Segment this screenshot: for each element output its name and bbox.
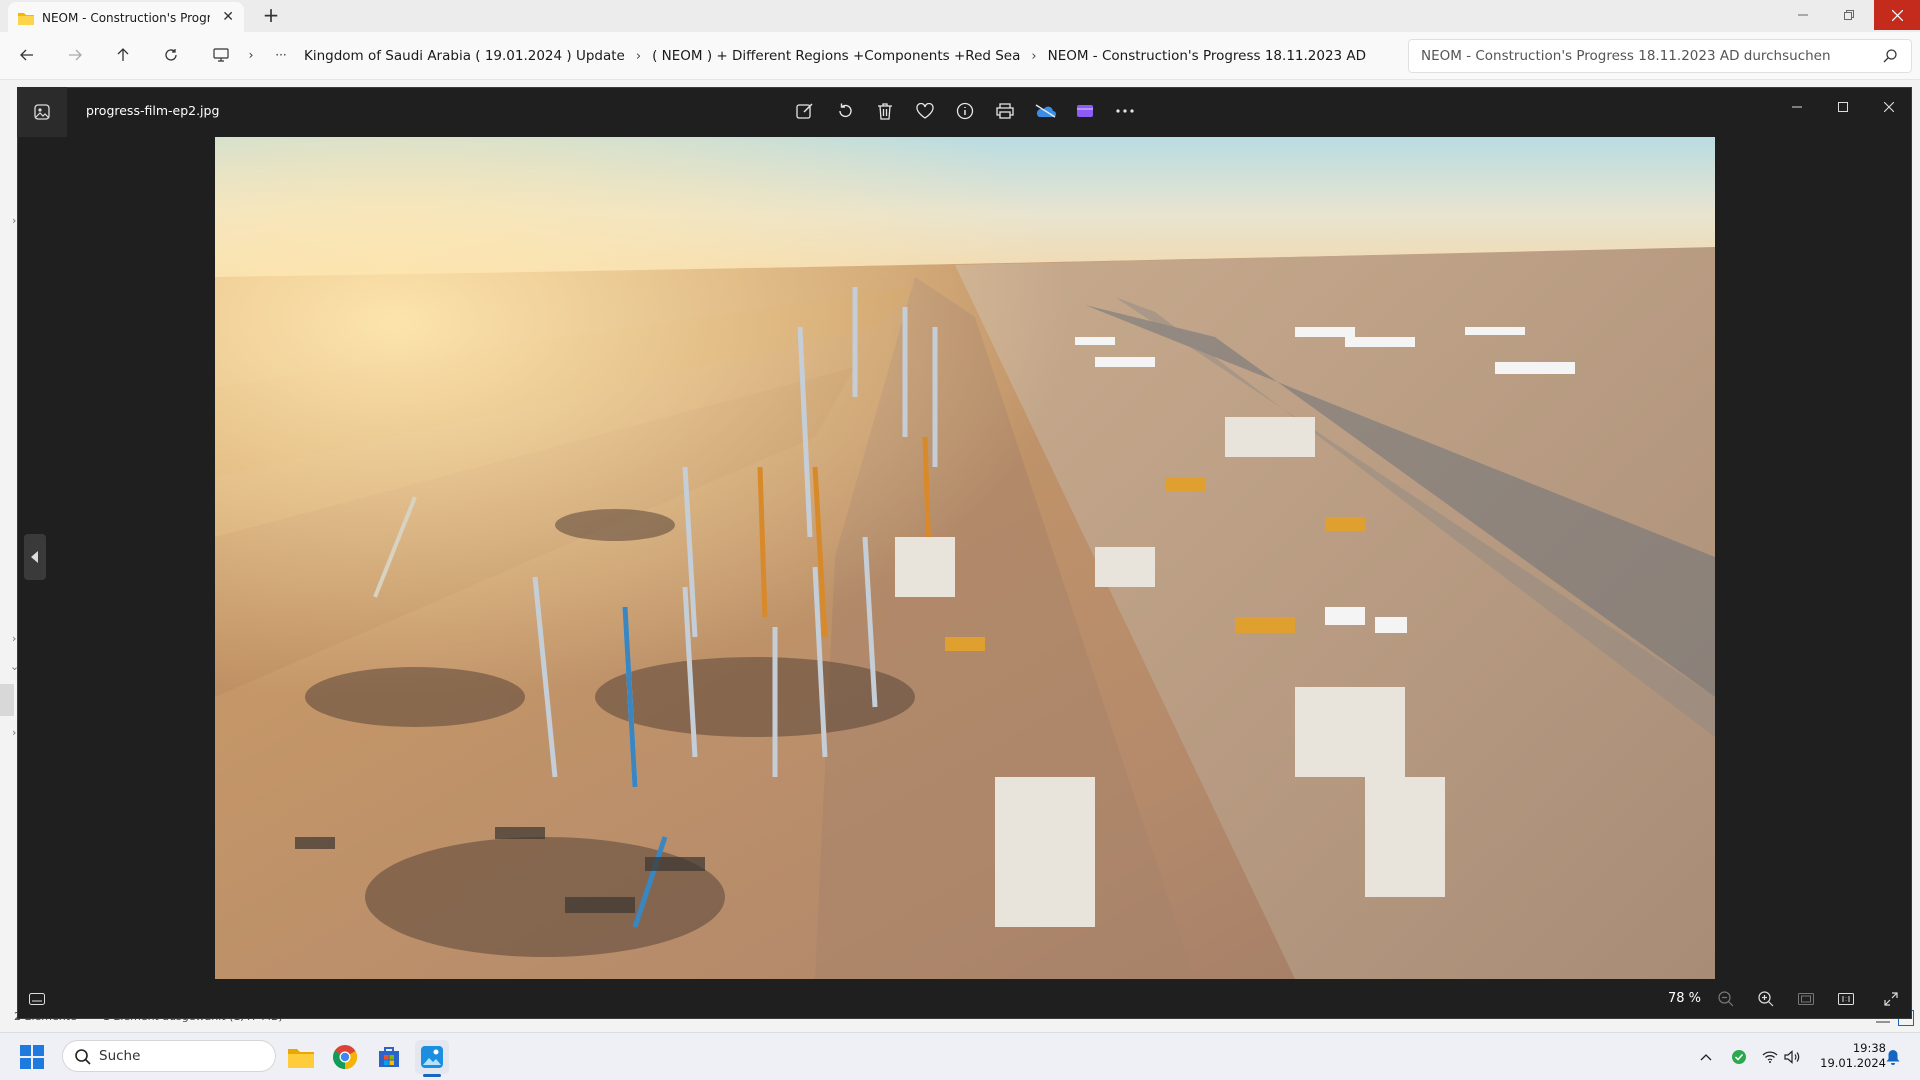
aerial-construction-photo — [215, 137, 1715, 979]
viewer-maximize-button[interactable] — [1828, 96, 1858, 118]
explorer-tab[interactable]: NEOM - Construction's Progre ✕ — [8, 2, 244, 33]
viewer-close-button[interactable] — [1874, 96, 1904, 118]
microsoft-store-icon[interactable] — [372, 1040, 406, 1074]
gallery-icon[interactable] — [17, 87, 67, 137]
taskbar-search[interactable]: Suche — [62, 1040, 276, 1072]
breadcrumb-item[interactable]: NEOM - Construction's Progress 18.11.202… — [1048, 48, 1366, 64]
breadcrumb: Kingdom of Saudi Arabia ( 19.01.2024 ) U… — [200, 41, 1366, 71]
zoom-in-icon[interactable] — [1753, 988, 1779, 1010]
viewer-bottom-bar — [18, 980, 1911, 1018]
photos-app-icon[interactable] — [415, 1040, 449, 1074]
search-input[interactable]: NEOM - Construction's Progress 18.11.202… — [1408, 39, 1912, 73]
file-name: progress-film-ep2.jpg — [86, 103, 220, 118]
breadcrumb-item[interactable]: Kingdom of Saudi Arabia ( 19.01.2024 ) U… — [304, 48, 625, 64]
search-icon — [75, 1049, 91, 1065]
filmstrip-icon[interactable] — [24, 988, 50, 1010]
volume-icon[interactable] — [1783, 1048, 1801, 1066]
minimize-button[interactable] — [1780, 0, 1826, 30]
clipchamp-icon[interactable] — [1072, 99, 1098, 123]
explorer-tab-strip — [0, 0, 1920, 32]
sidebar-selected-item[interactable] — [0, 684, 14, 716]
active-app-indicator — [423, 1074, 441, 1077]
search-icon — [1883, 49, 1897, 63]
photo-canvas[interactable] — [215, 137, 1715, 979]
onedrive-icon[interactable] — [1032, 99, 1058, 123]
security-shield-icon[interactable] — [1730, 1048, 1748, 1066]
taskbar-search-label: Suche — [99, 1048, 141, 1064]
back-icon[interactable] — [16, 44, 38, 66]
viewer-minimize-button[interactable] — [1782, 96, 1812, 118]
more-options-icon[interactable] — [1112, 99, 1138, 123]
delete-icon[interactable] — [872, 99, 898, 123]
zoom-level[interactable]: 78 % — [1668, 991, 1701, 1006]
favorite-icon[interactable] — [912, 99, 938, 123]
fullscreen-icon[interactable] — [1878, 988, 1904, 1010]
clock-time: 19:38 — [1852, 1041, 1886, 1055]
system-clock[interactable]: 19:38 19.01.2024 — [1808, 1041, 1886, 1071]
print-icon[interactable] — [992, 99, 1018, 123]
tab-title: NEOM - Construction's Progre — [42, 10, 210, 25]
info-icon[interactable] — [952, 99, 978, 123]
windows-start-icon[interactable] — [18, 1043, 46, 1071]
new-tab-button[interactable]: + — [258, 4, 284, 28]
wifi-icon[interactable] — [1761, 1048, 1779, 1066]
refresh-icon[interactable] — [160, 44, 182, 66]
up-icon[interactable] — [112, 44, 134, 66]
restore-button[interactable] — [1826, 0, 1872, 30]
fit-to-window-icon[interactable] — [1793, 988, 1819, 1010]
notification-bell-icon[interactable] — [1884, 1048, 1902, 1066]
file-explorer-icon[interactable] — [284, 1040, 318, 1074]
chevron-up-icon[interactable] — [1697, 1048, 1715, 1066]
close-window-button[interactable] — [1874, 0, 1920, 30]
chevron-right-icon[interactable]: › — [1031, 49, 1036, 64]
actual-size-icon[interactable] — [1833, 988, 1859, 1010]
clock-date: 19.01.2024 — [1820, 1056, 1886, 1070]
chrome-icon[interactable] — [328, 1040, 362, 1074]
folder-icon — [18, 11, 34, 25]
breadcrumb-item[interactable]: ( NEOM ) + Different Regions +Components… — [652, 48, 1020, 64]
zoom-out-icon[interactable] — [1713, 988, 1739, 1010]
forward-icon[interactable] — [64, 44, 86, 66]
search-placeholder: NEOM - Construction's Progress 18.11.202… — [1421, 48, 1831, 64]
previous-image-button[interactable] — [24, 534, 46, 580]
rotate-icon[interactable] — [832, 99, 858, 123]
close-tab-icon[interactable]: ✕ — [222, 9, 234, 25]
edit-image-icon[interactable] — [792, 99, 818, 123]
chevron-right-icon[interactable]: › — [636, 49, 641, 64]
